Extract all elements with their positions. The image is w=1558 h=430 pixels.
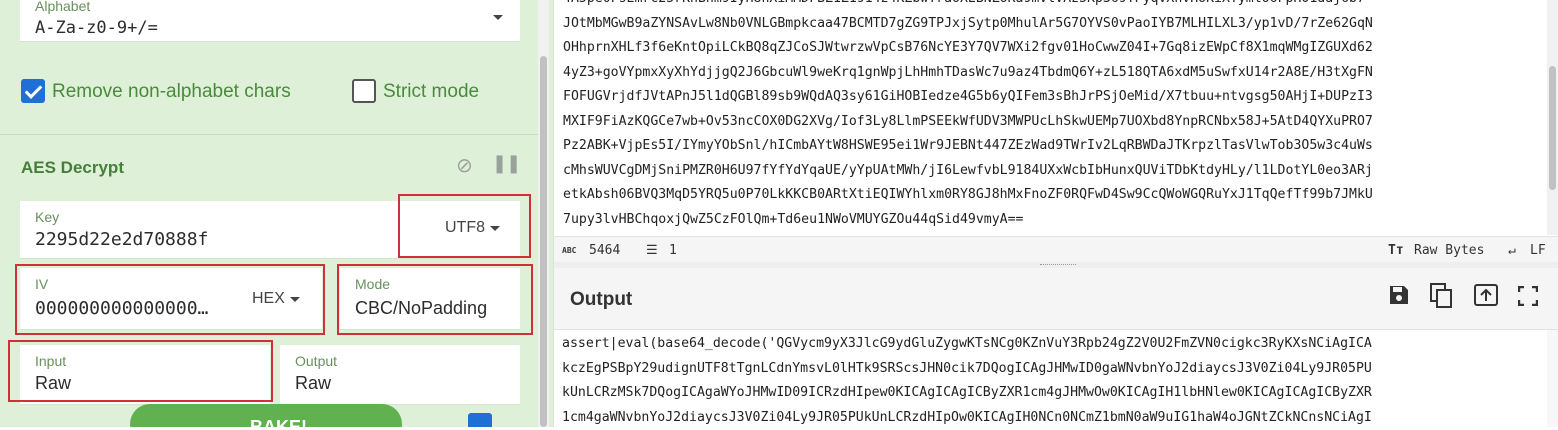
- input-line: 4yZ3+goVYpmxXyXhYdjjgQ2J6GbcuWl9weKrq1gn…: [563, 61, 1373, 86]
- output-line: kczEgPSBpY29udignUTF8tTgnLCdnYmsvL0lHTk9…: [562, 357, 1372, 382]
- recipe-scrollbar-thumb[interactable]: [540, 56, 547, 427]
- remove-non-alphabet-label: Remove non-alphabet chars: [52, 81, 291, 103]
- input-format-value: Raw: [35, 373, 71, 394]
- auto-bake-checkbox[interactable]: [468, 413, 492, 427]
- maximize-icon[interactable]: [1518, 286, 1538, 312]
- key-label: Key: [35, 209, 59, 225]
- input-line: MXIF9FiAzKQGCe7wb+Ov53ncCOX0DG2XVg/Iof3L…: [563, 110, 1373, 135]
- panel-divider[interactable]: [553, 0, 554, 427]
- output-scrollbar[interactable]: [1547, 330, 1558, 427]
- mode-label: Mode: [355, 276, 390, 292]
- alphabet-select[interactable]: Alphabet A-Za-z0-9+/=: [20, 0, 520, 42]
- input-statusbar: ABC 5464 ☰ 1 Tт Raw Bytes ↵ LF: [554, 236, 1558, 262]
- alphabet-label: Alphabet: [35, 0, 90, 14]
- output-format-label: Output: [295, 353, 337, 369]
- output-line: 1cm4gaWNvbnYoJ2diaycsJ3V0Zi04Ly9JR05PUkU…: [562, 406, 1372, 430]
- input-line: Pz2ABK+VjpEs5I/IYmyYObSnl/hICmbAYtW8HSWE…: [563, 134, 1373, 159]
- output-title: Output: [570, 289, 632, 311]
- output-format-value: Raw: [295, 373, 331, 394]
- strict-mode-label: Strict mode: [383, 81, 479, 103]
- pause-icon[interactable]: ❚❚: [492, 153, 520, 174]
- iv-encoding-value: HEX: [252, 290, 285, 307]
- output-line: assert|eval(base64_decode('QGVycm9yX3Jlc…: [562, 332, 1372, 357]
- operation-title: AES Decrypt: [21, 158, 124, 178]
- mode-field[interactable]: Mode CBC/NoPadding: [340, 268, 520, 330]
- iv-label: IV: [35, 276, 48, 292]
- recipe-panel: Alphabet A-Za-z0-9+/= Remove non-alphabe…: [0, 0, 553, 427]
- input-scrollbar[interactable]: [1547, 0, 1558, 235]
- input-line: cMhsWUVCgDMjSniPMZR0H6U97fYfYdYqaUE/yYpU…: [563, 159, 1373, 184]
- input-encoding[interactable]: Raw Bytes: [1414, 243, 1484, 258]
- input-lines: 1: [669, 243, 677, 258]
- input-scrollbar-thumb[interactable]: [1549, 66, 1556, 190]
- remove-non-alphabet-checkbox[interactable]: [21, 79, 45, 103]
- key-field[interactable]: Key 2295d22e2d70888f UTF8: [20, 201, 520, 259]
- copy-icon[interactable]: [1430, 283, 1454, 315]
- key-encoding-value: UTF8: [445, 219, 485, 236]
- resize-grip[interactable]: [1040, 264, 1076, 266]
- key-input[interactable]: 2295d22e2d70888f: [35, 229, 208, 250]
- input-length: 5464: [589, 243, 620, 258]
- alphabet-value: A-Za-z0-9+/=: [35, 18, 158, 38]
- lines-icon: ☰: [646, 243, 658, 258]
- input-line: etkAbsh06BVQ3MqD5YRQ5u0P70LkKKCB0ARtXtiE…: [563, 183, 1373, 208]
- iv-input[interactable]: 000000000000000…: [35, 298, 208, 319]
- input-format-label: Input: [35, 353, 66, 369]
- chevron-down-icon: [290, 297, 300, 302]
- input-line: 7upy3lvHBChqoxjQwZ5CzFOlQm+Td6eu1NWoVMUY…: [563, 208, 1373, 233]
- chevron-down-icon: [490, 226, 500, 231]
- replace-input-icon[interactable]: [1474, 284, 1498, 312]
- save-icon[interactable]: [1388, 284, 1410, 312]
- eol-icon: ↵: [1508, 243, 1516, 258]
- output-line: kUnLCRzMSk7DQogICAgaWYoJHMwID09ICRzdHIpe…: [562, 381, 1372, 406]
- iv-encoding-dropdown[interactable]: HEX: [252, 290, 285, 308]
- input-line: 4A5pe0FsEmrc25rKnBnm9IyH8nXiMMDFBZ1Z1914…: [563, 0, 1373, 12]
- bake-button-label: BAKE!: [250, 417, 307, 427]
- operation-divider: [0, 134, 538, 135]
- text-encoding-icon[interactable]: Tт: [1388, 243, 1404, 258]
- recipe-scrollbar[interactable]: [538, 0, 549, 427]
- strict-mode-checkbox[interactable]: [352, 79, 376, 103]
- mode-value: CBC/NoPadding: [355, 298, 487, 319]
- output-format-field[interactable]: Output Raw: [280, 345, 520, 405]
- chevron-down-icon: [493, 15, 503, 20]
- length-icon: ABC: [562, 246, 576, 255]
- output-textarea[interactable]: assert|eval(base64_decode('QGVycm9yX3Jlc…: [562, 332, 1372, 430]
- input-eol[interactable]: LF: [1530, 243, 1546, 258]
- input-textarea[interactable]: 4A5pe0FsEmrc25rKnBnm9IyH8nXiMMDFBZ1Z1914…: [563, 0, 1373, 232]
- disable-icon[interactable]: ⊘: [456, 153, 473, 178]
- input-line: FOFUGVrjdfJVtAPnJ5l1dQGBl89sb9WQdAQ3sy61…: [563, 85, 1373, 110]
- input-line: OHhprnXHLf3f6eKntOpiLCkBQ8qZJCoSJWtwrzwV…: [563, 36, 1373, 61]
- iv-field[interactable]: IV 000000000000000… HEX: [20, 268, 322, 330]
- key-encoding-dropdown[interactable]: UTF8: [445, 219, 485, 237]
- input-format-field[interactable]: Input Raw: [20, 345, 270, 405]
- input-line: JOtMbMGwB9aZYNSAvLw8Nb0VNLGBmpkcaa47BCMT…: [563, 12, 1373, 37]
